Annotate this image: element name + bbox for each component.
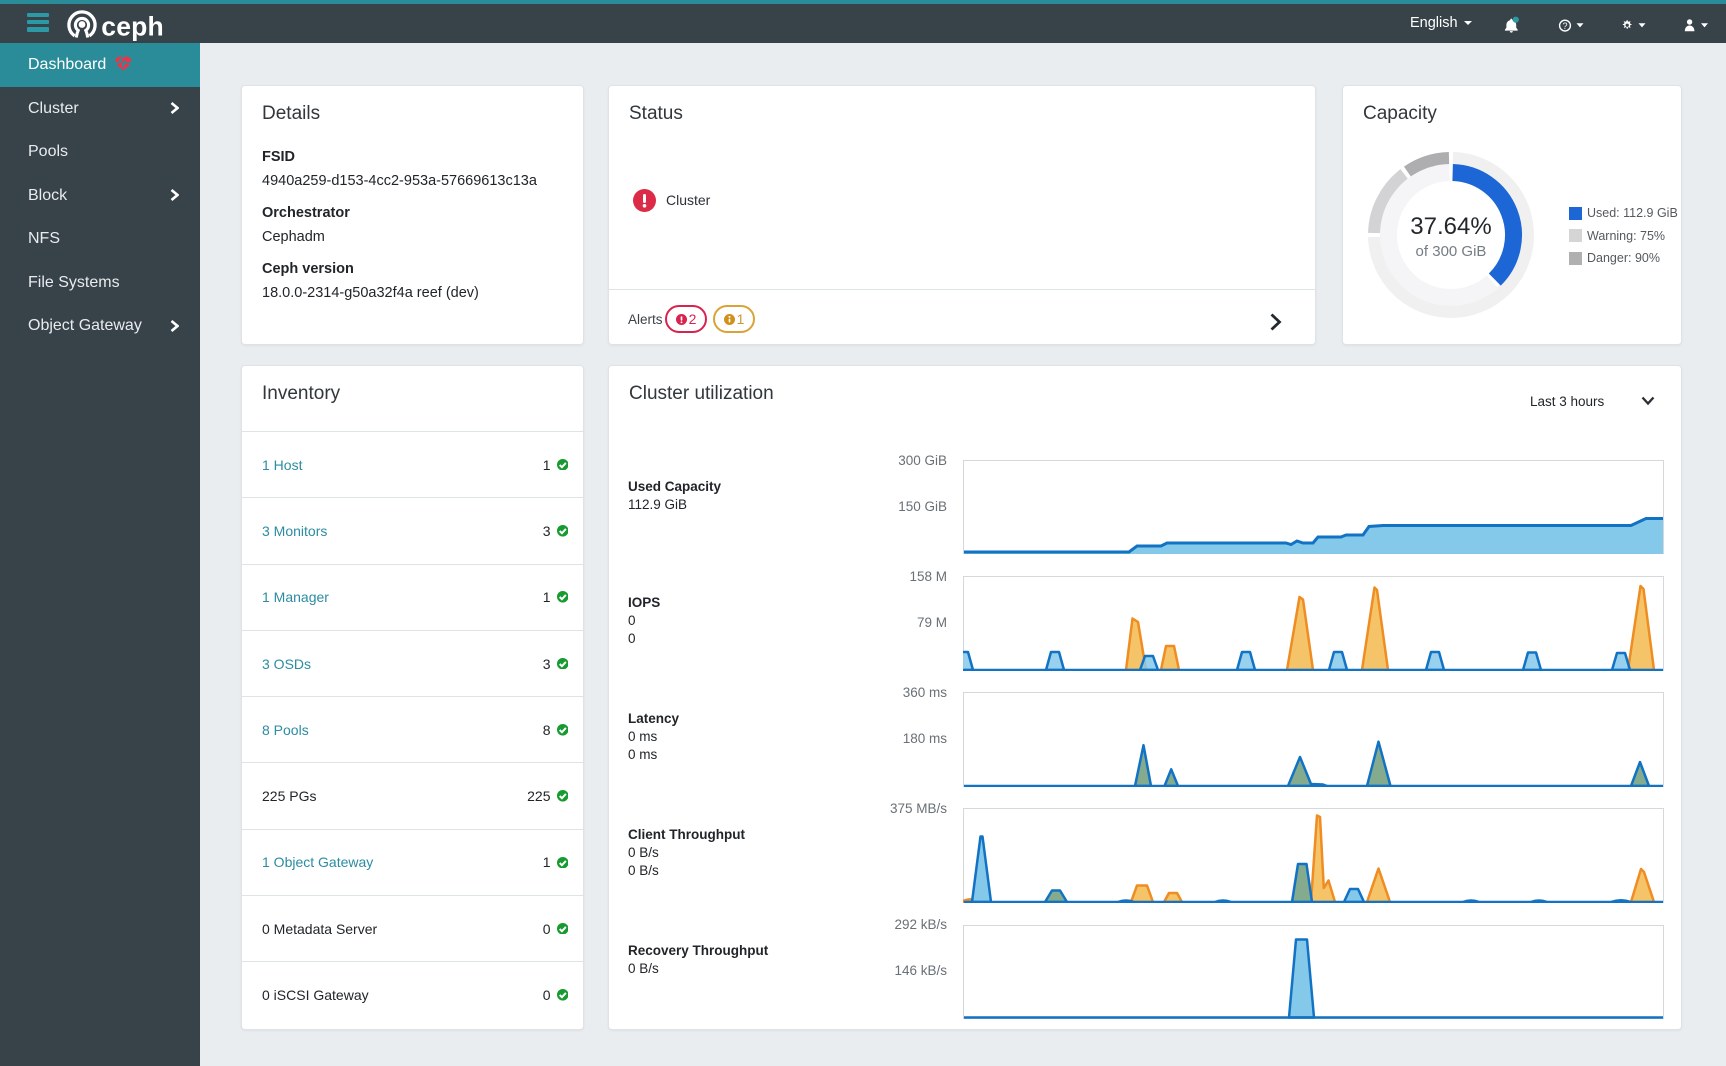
svg-text:?: ?	[1562, 21, 1567, 31]
svg-text:ceph: ceph	[101, 12, 164, 42]
